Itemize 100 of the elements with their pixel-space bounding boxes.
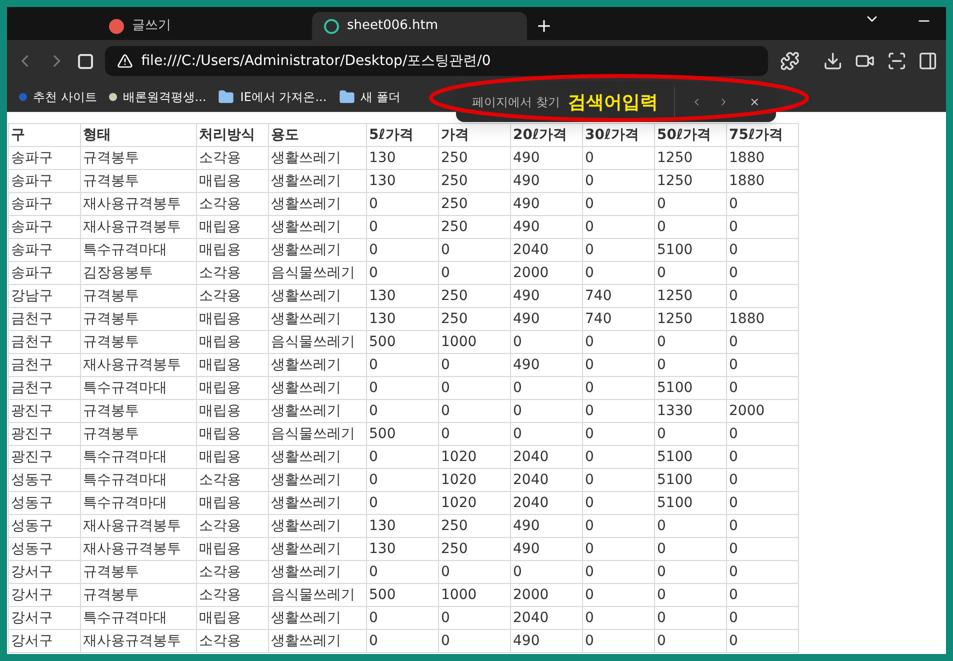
table-cell: 규격봉투: [81, 170, 197, 193]
table-cell: 0: [367, 377, 439, 400]
table-cell: 강서구: [9, 561, 81, 584]
table-cell: 송파구: [9, 216, 81, 239]
table-cell: 0: [439, 561, 511, 584]
table-cell: 강서구: [9, 607, 81, 630]
extensions-icon[interactable]: [780, 51, 800, 71]
bookmark[interactable]: IE에서 가져온...: [218, 88, 327, 106]
table-cell: 0: [727, 239, 799, 262]
table-cell: 0: [727, 285, 799, 308]
table-cell: 0: [367, 262, 439, 285]
table-cell: 0: [727, 354, 799, 377]
table-cell: 0: [367, 354, 439, 377]
column-header: 30ℓ가격: [583, 124, 655, 147]
table-cell: 생활쓰레기: [269, 492, 367, 515]
table-cell: 생활쓰레기: [269, 170, 367, 193]
table-cell: 130: [367, 538, 439, 561]
column-header: 용도: [269, 124, 367, 147]
table-cell: 규격봉투: [81, 308, 197, 331]
table-cell: 성동구: [9, 538, 81, 561]
table-cell: 0: [511, 561, 583, 584]
bookmark[interactable]: 배론원격평생...: [108, 88, 206, 106]
table-cell: 0: [727, 584, 799, 607]
table-cell: 성동구: [9, 515, 81, 538]
table-cell: 송파구: [9, 262, 81, 285]
column-header: 구: [9, 124, 81, 147]
table-cell: 1880: [727, 147, 799, 170]
table-cell: 0: [655, 193, 727, 216]
table-cell: 490: [511, 354, 583, 377]
table-cell: 매립용: [197, 308, 269, 331]
table-cell: 130: [367, 285, 439, 308]
table-cell: 740: [583, 285, 655, 308]
table-cell: 0: [583, 147, 655, 170]
sidebar-icon[interactable]: [918, 51, 938, 71]
table-cell: 130: [367, 308, 439, 331]
table-cell: 0: [583, 630, 655, 653]
table-cell: 0: [655, 331, 727, 354]
table-cell: 음식물쓰레기: [269, 331, 367, 354]
table-cell: 490: [511, 630, 583, 653]
table-cell: 0: [511, 331, 583, 354]
table-cell: 생활쓰레기: [269, 538, 367, 561]
table-cell: 0: [511, 377, 583, 400]
download-icon[interactable]: [823, 51, 843, 71]
table-cell: 특수규격마대: [81, 607, 197, 630]
table-cell: 생활쓰레기: [269, 469, 367, 492]
table-cell: 0: [367, 400, 439, 423]
table-cell: 특수규격마대: [81, 446, 197, 469]
table-cell: 0: [439, 400, 511, 423]
table-cell: 강남구: [9, 285, 81, 308]
column-header: 가격: [439, 124, 511, 147]
table-cell: 특수규격마대: [81, 239, 197, 262]
table-cell: 0: [583, 400, 655, 423]
table-cell: 소각용: [197, 630, 269, 653]
table-cell: 0: [727, 561, 799, 584]
table-cell: 0: [367, 216, 439, 239]
table-cell: 소각용: [197, 147, 269, 170]
table-cell: 생활쓰레기: [269, 377, 367, 400]
table-cell: 강서구: [9, 630, 81, 653]
browser-tab[interactable]: 글쓰기: [97, 12, 312, 40]
table-cell: 250: [439, 170, 511, 193]
table-cell: 송파구: [9, 147, 81, 170]
table-cell: 0: [367, 193, 439, 216]
table-cell: 250: [439, 538, 511, 561]
table-cell: 특수규격마대: [81, 469, 197, 492]
column-header: 5ℓ가격: [367, 124, 439, 147]
table-cell: 매립용: [197, 216, 269, 239]
table-cell: 5100: [655, 469, 727, 492]
table-cell: 생활쓰레기: [269, 193, 367, 216]
browser-tab[interactable]: sheet006.htm: [312, 12, 527, 40]
table-cell: 성동구: [9, 469, 81, 492]
table-cell: 250: [439, 147, 511, 170]
table-cell: 500: [367, 423, 439, 446]
table-cell: 매립용: [197, 423, 269, 446]
table-cell: 금천구: [9, 331, 81, 354]
find-field[interactable]: 검색어입력: [568, 88, 658, 116]
address-bar[interactable]: file:///C:/Users/Administrator/Desktop/포스팅관련/0: [105, 46, 768, 76]
table-cell: 1330: [655, 400, 727, 423]
column-header: 형태: [81, 124, 197, 147]
bookmark[interactable]: 추천 사이트: [19, 88, 97, 106]
table-cell: 2000: [727, 400, 799, 423]
table-cell: 0: [367, 607, 439, 630]
table-cell: 특수규격마대: [81, 492, 197, 515]
table-cell: 490: [511, 285, 583, 308]
table-cell: 금천구: [9, 354, 81, 377]
new-tab-icon[interactable]: [535, 17, 553, 35]
table-cell: 송파구: [9, 170, 81, 193]
table-cell: 생활쓰레기: [269, 400, 367, 423]
table-cell: 250: [439, 216, 511, 239]
table-cell: 0: [655, 538, 727, 561]
table-cell: 0: [439, 377, 511, 400]
table-cell: 생활쓰레기: [269, 308, 367, 331]
screenshot-icon[interactable]: [886, 51, 906, 71]
table-cell: 생활쓰레기: [269, 561, 367, 584]
bookmark[interactable]: 새 폴더: [338, 88, 400, 106]
table-cell: 1020: [439, 492, 511, 515]
table-cell: 매립용: [197, 492, 269, 515]
table-cell: 0: [655, 630, 727, 653]
table-cell: 생활쓰레기: [269, 354, 367, 377]
table-cell: 490: [511, 538, 583, 561]
folder-icon: [338, 88, 355, 104]
